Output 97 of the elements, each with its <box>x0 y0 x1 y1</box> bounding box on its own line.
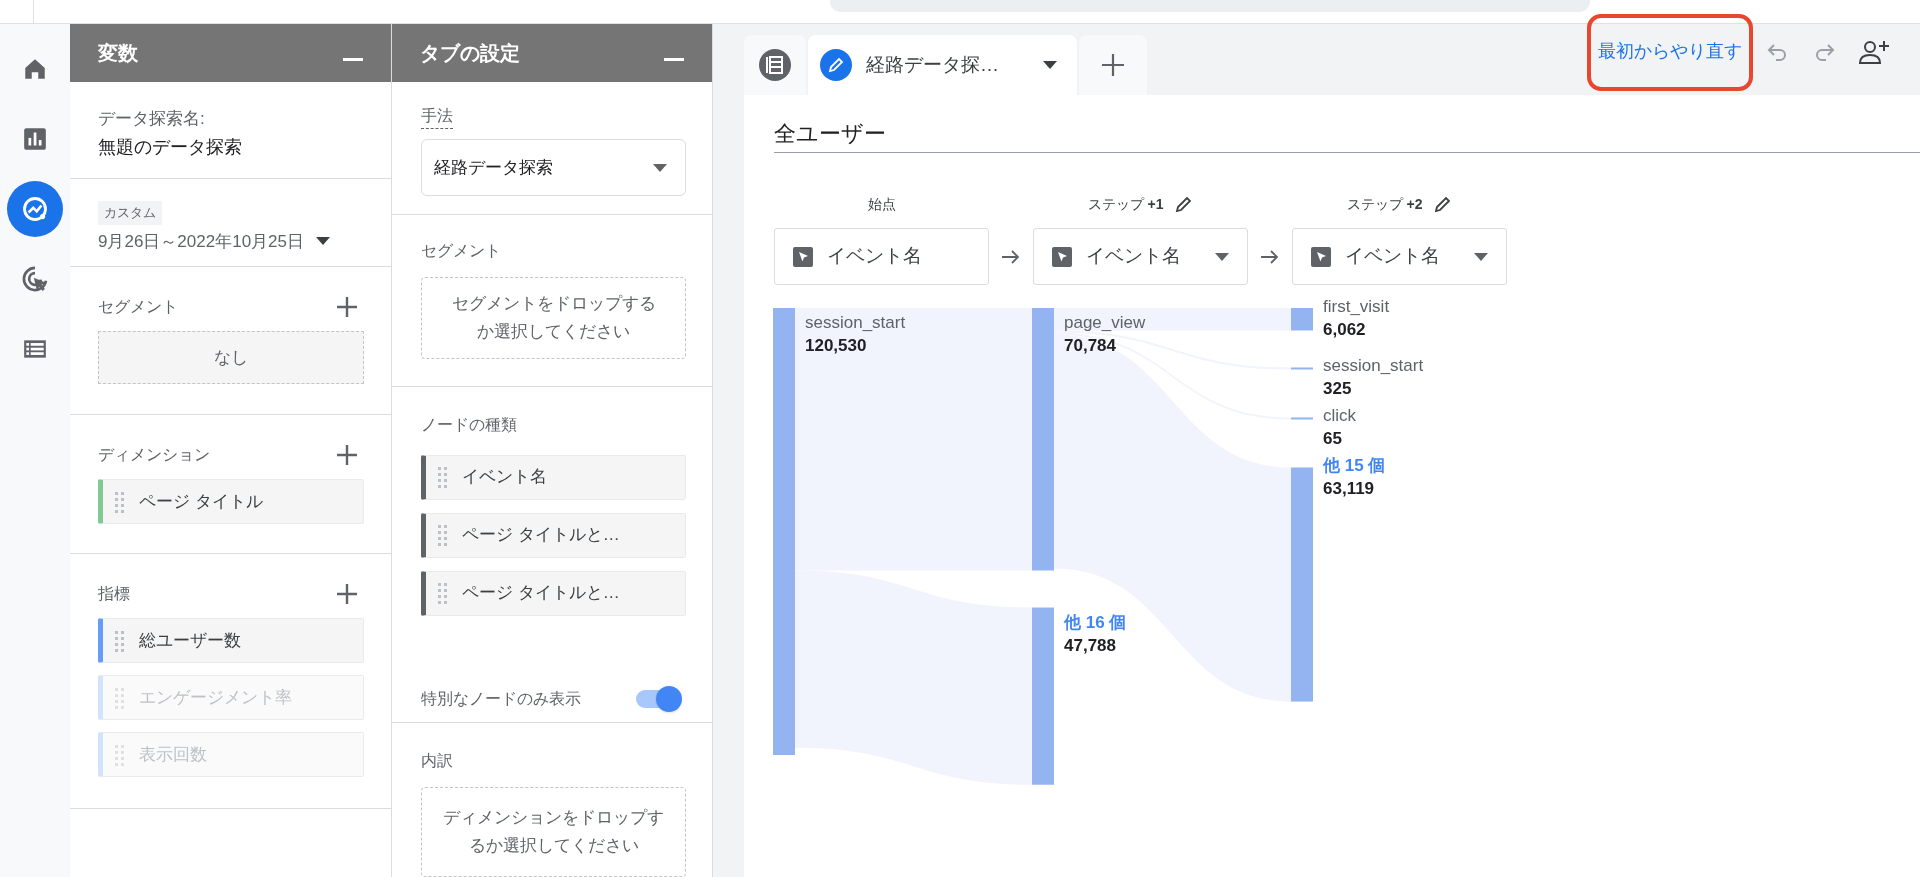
dimension-drop-zone[interactable]: ディメンションをドロップするか選択してください <box>421 787 686 877</box>
node-value: 47,788 <box>1064 634 1117 657</box>
node-bar[interactable] <box>773 308 795 755</box>
node-bar[interactable] <box>1291 467 1313 702</box>
node-chip[interactable]: イベント名 <box>421 454 686 500</box>
section-title: 指標 <box>98 584 130 604</box>
bar-chart-icon[interactable] <box>22 125 48 152</box>
toggle-switch[interactable] <box>636 685 682 712</box>
date-range-text: 9月26日～2022年10月25日 <box>98 230 304 253</box>
explore-icon[interactable] <box>21 194 49 223</box>
node-bar[interactable] <box>1291 308 1313 331</box>
drag-handle-icon[interactable] <box>438 582 448 605</box>
target-cursor-icon[interactable] <box>21 264 49 293</box>
metric-chip[interactable]: 総ユーザー数 <box>98 618 364 663</box>
node-label: session_start <box>805 312 906 334</box>
node-bar[interactable] <box>1291 367 1313 370</box>
chip-label: ページ タイトルと… <box>462 524 620 547</box>
arrow-right-icon <box>1002 249 1020 264</box>
node-label[interactable]: 他 16 個 <box>1064 611 1127 634</box>
field-label: ノードの種類 <box>421 414 518 435</box>
step-header: ステップ +2 <box>1346 194 1423 214</box>
caret-icon[interactable] <box>1474 252 1488 261</box>
dropdown-value: イベント名 <box>1345 244 1441 269</box>
caret-icon[interactable] <box>316 237 330 246</box>
add-tab-button[interactable] <box>1079 35 1147 95</box>
section-title: セグメント <box>98 297 178 317</box>
add-icon[interactable] <box>336 444 358 466</box>
technique-dropdown[interactable]: 経路データ探索 <box>421 139 686 196</box>
node-chip[interactable]: ページ タイトルと… <box>421 570 686 616</box>
panel-icon[interactable] <box>759 49 791 81</box>
node-bar[interactable] <box>1032 607 1054 785</box>
drag-handle-icon[interactable] <box>115 686 125 709</box>
segment-title: 全ユーザー <box>774 120 1920 153</box>
node-label: first_visit <box>1323 296 1390 318</box>
node-value: 65 <box>1323 428 1343 451</box>
node-label[interactable]: 他 15 個 <box>1323 455 1386 478</box>
node-label: click <box>1323 405 1357 428</box>
pencil-icon[interactable] <box>1434 195 1453 213</box>
add-icon[interactable] <box>336 583 358 605</box>
node-value: 6,062 <box>1323 319 1367 341</box>
field-label: セグメント <box>421 241 502 262</box>
node-bar[interactable] <box>1032 308 1054 571</box>
custom-badge: カスタム <box>98 201 162 225</box>
event-dropdown[interactable]: イベント名 <box>774 228 989 285</box>
add-icon[interactable] <box>336 296 358 318</box>
field-label: 手法 <box>421 104 453 129</box>
dropdown-value: イベント名 <box>827 244 923 269</box>
drag-handle-icon[interactable] <box>438 524 448 547</box>
event-dropdown[interactable]: イベント名 <box>1292 228 1507 285</box>
cursor-icon <box>793 246 813 267</box>
caret-icon[interactable] <box>1043 61 1057 69</box>
step-header: 始点 <box>867 194 896 214</box>
event-dropdown[interactable]: イベント名 <box>1033 228 1248 285</box>
node-chip[interactable]: ページ タイトルと… <box>421 512 686 558</box>
restart-button[interactable]: 最初からやり直す <box>1596 38 1744 65</box>
field-label: 内訳 <box>421 751 454 771</box>
pencil-icon[interactable] <box>1175 195 1194 213</box>
drag-handle-icon[interactable] <box>115 743 125 766</box>
tab-label: 経路データ探… <box>866 52 1000 77</box>
chip-label: 表示回数 <box>139 743 207 766</box>
node-value: 325 <box>1323 378 1353 401</box>
panel-title: 変数 <box>98 41 138 66</box>
node-label: page_view <box>1064 312 1146 334</box>
node-label: session_start <box>1323 355 1424 378</box>
cursor-icon <box>1311 246 1331 267</box>
chip-label: イベント名 <box>462 466 547 489</box>
chip-label: エンゲージメント率 <box>139 686 292 709</box>
cursor-icon <box>1052 246 1072 267</box>
chip-label: ページ タイトル <box>139 490 263 513</box>
caret-icon[interactable] <box>1215 252 1229 261</box>
node-value: 70,784 <box>1064 335 1117 357</box>
dropdown-value: 経路データ探索 <box>434 156 553 179</box>
arrow-right-icon <box>1261 249 1279 264</box>
caret-icon[interactable] <box>653 163 667 172</box>
add-person-icon[interactable] <box>1858 38 1890 65</box>
step-header: ステップ +1 <box>1087 194 1164 214</box>
field-label: データ探索名: <box>98 108 206 130</box>
node-value: 63,119 <box>1323 478 1376 501</box>
drag-handle-icon[interactable] <box>115 490 125 513</box>
toggle-label: 特別なノードのみ表示 <box>421 688 581 709</box>
tab[interactable]: 経路データ探… <box>808 35 1077 95</box>
exploration-name[interactable]: 無題のデータ探索 <box>98 136 363 158</box>
date-range-dropdown[interactable]: 9月26日～2022年10月25日 <box>98 228 330 254</box>
dimension-chip[interactable]: ページ タイトル <box>98 479 364 524</box>
segment-drop-zone[interactable]: なし <box>98 331 364 384</box>
segment-drop-zone[interactable]: セグメントをドロップするか選択してください <box>421 277 686 360</box>
node-value: 120,530 <box>805 335 868 357</box>
add-icon <box>1101 53 1125 77</box>
drag-handle-icon[interactable] <box>438 466 448 489</box>
drag-handle-icon[interactable] <box>115 629 125 652</box>
chip-label: ページ タイトルと… <box>462 582 620 605</box>
section-title: ディメンション <box>98 445 210 465</box>
chip-label: 総ユーザー数 <box>139 629 241 652</box>
node-bar[interactable] <box>1291 417 1313 420</box>
pencil-icon <box>820 49 852 81</box>
dropdown-value: イベント名 <box>1086 244 1182 269</box>
panel-title: タブの設定 <box>420 41 520 66</box>
